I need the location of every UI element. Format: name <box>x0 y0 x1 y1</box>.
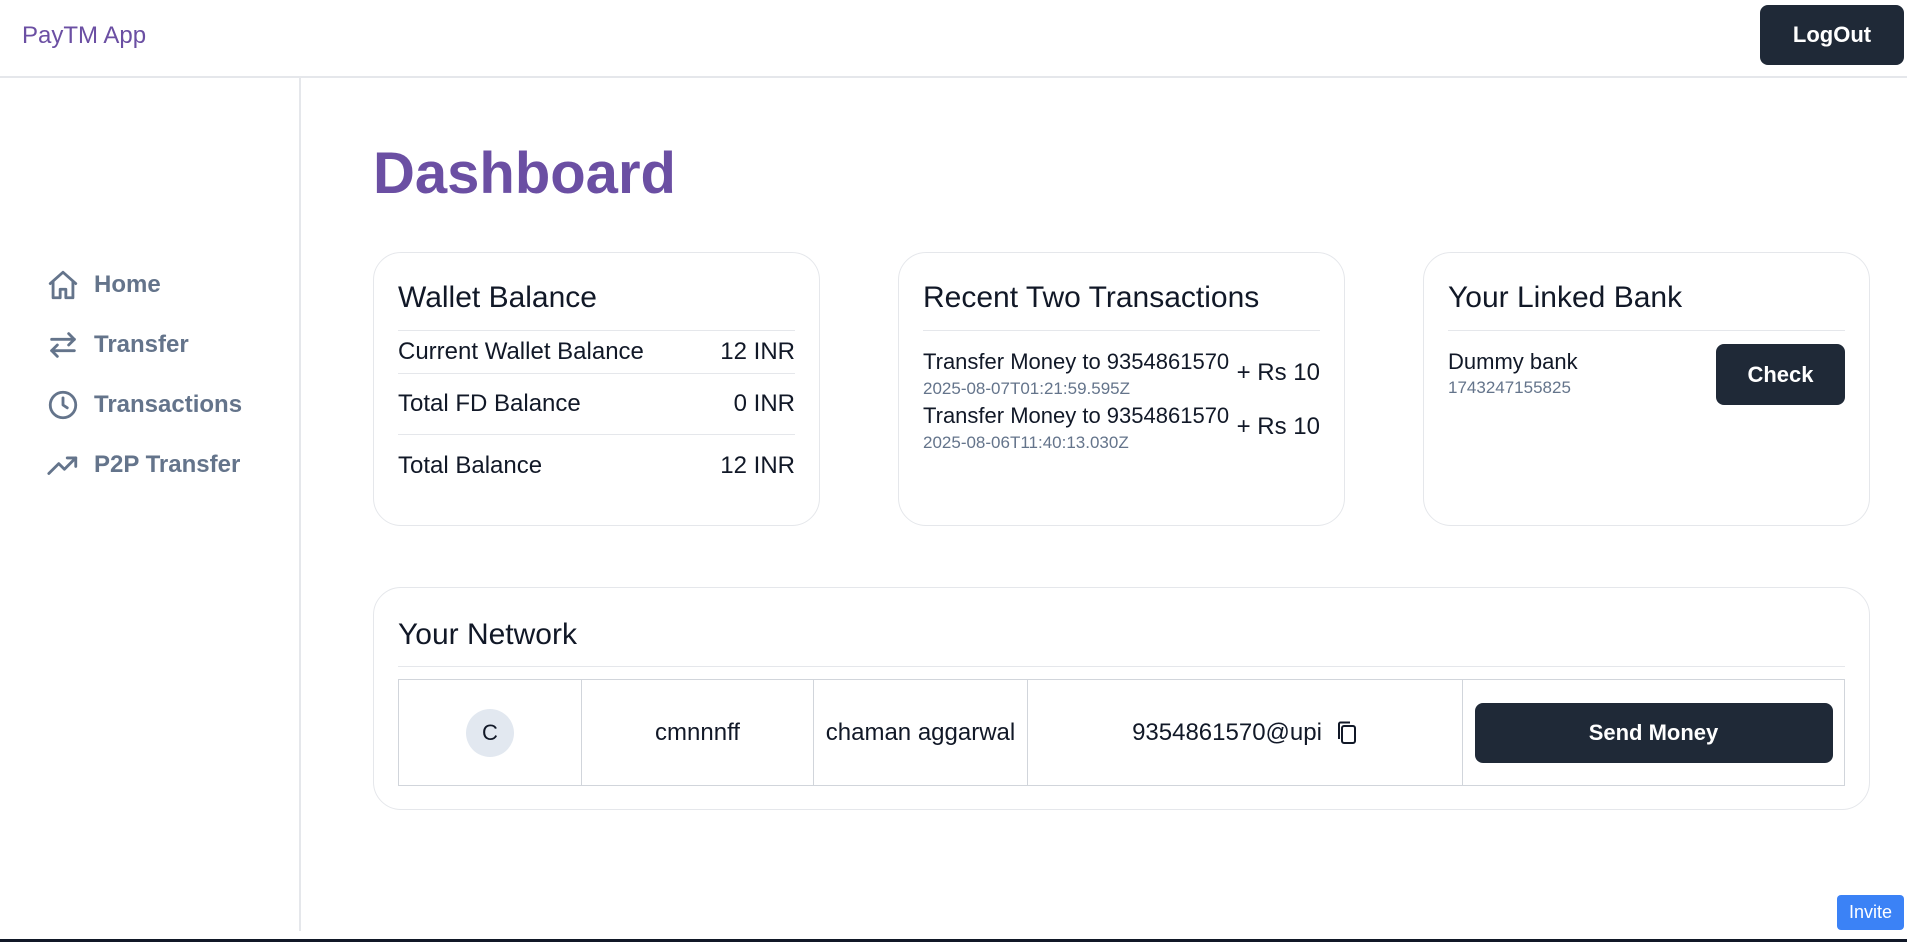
upi-wrap: 9354861570@upi <box>1132 719 1358 747</box>
sidebar: Home Transfer Transactions P2P Transfer <box>0 78 301 931</box>
sidebar-nav: Home Transfer Transactions P2P Transfer <box>46 255 242 495</box>
recent-transactions-card: Recent Two Transactions Transfer Money t… <box>898 252 1345 526</box>
balance-value: 12 INR <box>720 451 795 479</box>
transaction-description: Transfer Money to 9354861570 <box>923 403 1230 428</box>
wallet-balance-card: Wallet Balance Current Wallet Balance 12… <box>373 252 820 526</box>
divider <box>923 330 1320 331</box>
action-cell: Send Money <box>1463 680 1844 785</box>
upi-id: 9354861570@upi <box>1132 718 1322 746</box>
balance-row: Total FD Balance 0 INR <box>398 374 795 435</box>
balance-row: Current Wallet Balance 12 INR <box>398 331 795 374</box>
balance-label: Total Balance <box>398 451 543 479</box>
transaction-row: Transfer Money to 9354861570 2025-08-07T… <box>923 349 1320 401</box>
transaction-date: 2025-08-06T11:40:13.030Z <box>923 433 1129 452</box>
send-money-button[interactable]: Send Money <box>1474 702 1833 763</box>
sidebar-item-label: Home <box>94 271 161 298</box>
upi-cell: 9354861570@upi <box>1028 680 1463 785</box>
transaction-description: Transfer Money to 9354861570 <box>923 349 1230 374</box>
page-title: Dashboard <box>373 141 676 206</box>
linked-bank-card: Your Linked Bank Dummy bank 174324715582… <box>1423 252 1870 526</box>
sidebar-item-transfer[interactable]: Transfer <box>46 315 242 375</box>
sidebar-item-label: P2P Transfer <box>94 451 241 478</box>
transaction-date: 2025-08-07T01:21:59.595Z <box>923 379 1130 398</box>
trending-up-icon <box>46 448 80 482</box>
transaction-amount: + Rs 10 <box>1236 359 1320 386</box>
card-title: Wallet Balance <box>398 281 597 314</box>
check-button[interactable]: Check <box>1716 344 1845 405</box>
logout-button[interactable]: LogOut <box>1760 5 1904 65</box>
avatar: C <box>466 708 514 757</box>
balance-label: Total FD Balance <box>398 390 581 417</box>
bank-account-number: 1743247155825 <box>1448 378 1571 397</box>
home-icon <box>46 268 80 302</box>
transfer-arrows-icon <box>46 328 80 362</box>
transaction-row: Transfer Money to 9354861570 2025-08-06T… <box>923 403 1320 455</box>
username-cell: cmnnnff <box>582 680 814 785</box>
balance-value: 0 INR <box>733 390 795 417</box>
invite-button[interactable]: Invite <box>1837 895 1904 930</box>
divider <box>398 666 1845 667</box>
bank-name: Dummy bank <box>1448 349 1578 374</box>
sidebar-item-label: Transfer <box>94 331 189 358</box>
balance-value: 12 INR <box>720 338 795 365</box>
card-title: Your Linked Bank <box>1448 281 1683 314</box>
transaction-amount: + Rs 10 <box>1236 413 1320 440</box>
balance-label: Current Wallet Balance <box>398 338 644 365</box>
full-name-cell: chaman aggarwal <box>814 680 1028 785</box>
card-title: Recent Two Transactions <box>923 281 1260 314</box>
card-title: Your Network <box>398 618 577 651</box>
balance-row: Total Balance 12 INR <box>398 435 795 496</box>
sidebar-item-home[interactable]: Home <box>46 255 242 315</box>
sidebar-item-p2p-transfer[interactable]: P2P Transfer <box>46 435 242 495</box>
sidebar-item-label: Transactions <box>94 391 243 418</box>
network-card: Your Network C cmnnnff chaman aggarwal 9… <box>373 587 1870 810</box>
clock-icon <box>46 388 80 422</box>
divider <box>1448 330 1845 331</box>
avatar-cell: C <box>399 680 582 785</box>
app-brand[interactable]: PayTM App <box>22 22 146 50</box>
sidebar-item-transactions[interactable]: Transactions <box>46 375 242 435</box>
top-bar: PayTM App LogOut <box>0 0 1907 78</box>
copy-icon[interactable] <box>1336 720 1358 746</box>
network-row: C cmnnnff chaman aggarwal 9354861570@upi… <box>398 679 1845 786</box>
